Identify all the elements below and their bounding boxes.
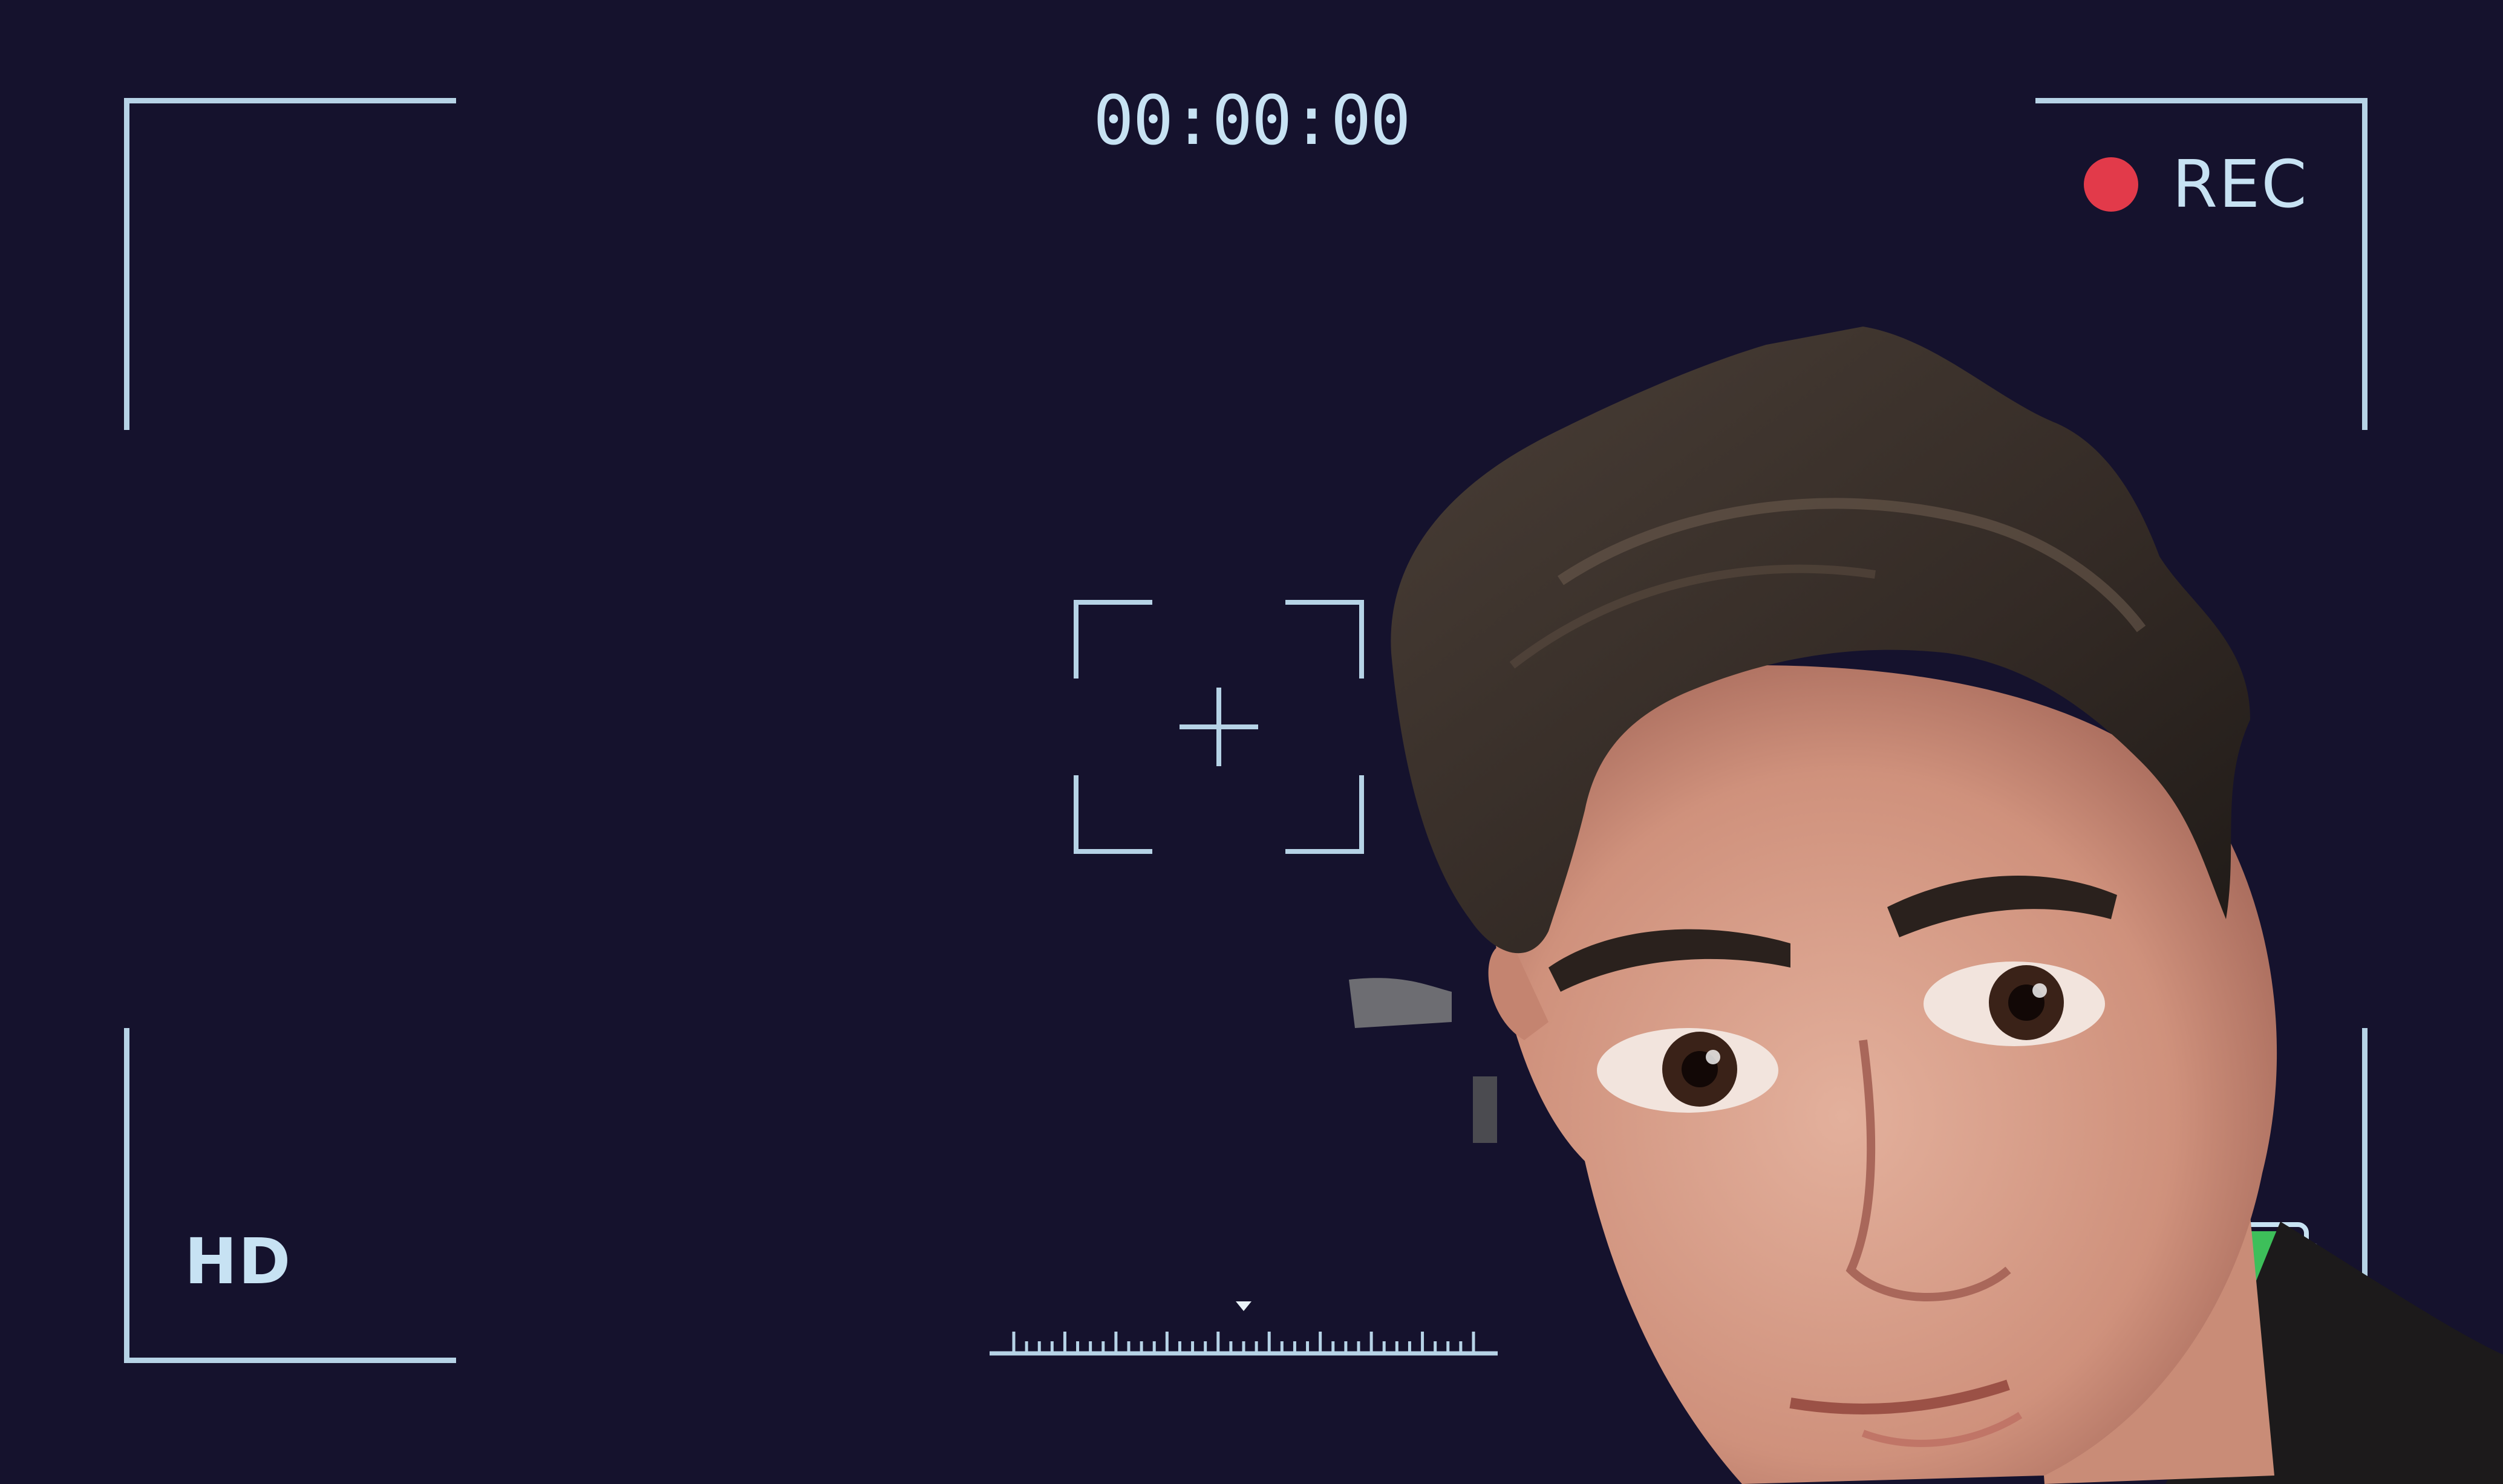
timecode: 00:00:00: [1093, 82, 1411, 160]
rec-label: REC: [2172, 146, 2308, 223]
rec-dot-icon: [2084, 157, 2138, 212]
focus-crosshair-icon: [1074, 600, 1364, 854]
rec-indicator: REC: [2084, 145, 2308, 224]
corner-bracket-bottom-left-icon: [124, 1028, 456, 1363]
camera-viewfinder: 00:00:00 REC HD: [0, 0, 2503, 1484]
person-portrait: [1349, 327, 2503, 1484]
quality-label: HD: [184, 1225, 292, 1298]
corner-bracket-top-left-icon: [124, 98, 456, 430]
exposure-pointer-icon: [1236, 1301, 1252, 1311]
